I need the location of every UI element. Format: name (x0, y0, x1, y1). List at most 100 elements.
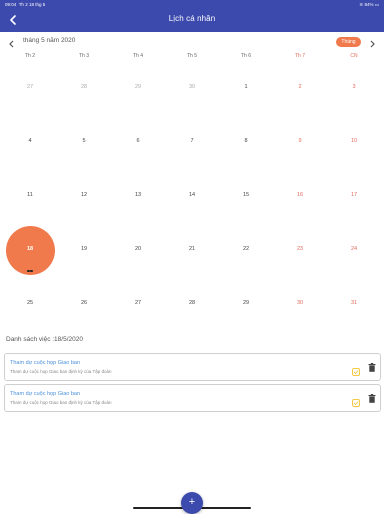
day-number: 28 (80, 84, 88, 90)
day-number: 17 (350, 192, 358, 198)
calendar-grid: 27 28 29 30 1 2 3 4 5 6 7 8 9 10 11 12 13 14 15 16 17 18 19 20 2… (3, 63, 381, 333)
calendar-day[interactable]: 17 (327, 171, 381, 225)
calendar-day[interactable]: 8 (219, 117, 273, 171)
day-number: 25 (26, 300, 34, 306)
weekday-label: Th 7 (294, 53, 305, 59)
calendar-day[interactable]: 27 (3, 63, 57, 117)
chevron-right-icon (370, 40, 375, 48)
calendar-day[interactable]: 6 (111, 117, 165, 171)
calendar-day[interactable]: 29 (111, 63, 165, 117)
wifi-icon: ≋ (359, 2, 364, 7)
month-label: tháng 5 năm 2020 (23, 37, 76, 44)
calendar-day[interactable]: 5 (57, 117, 111, 171)
prev-month-button[interactable] (7, 36, 17, 48)
calendar-day[interactable]: 16 (273, 171, 327, 225)
calendar-day[interactable]: 14 (165, 171, 219, 225)
calendar-day[interactable]: 10 (327, 117, 381, 171)
day-number: 7 (190, 138, 194, 144)
event-dot (27, 270, 30, 273)
day-number: 15 (242, 192, 250, 198)
task-item[interactable]: Tham dự cuộc họp Giao ban Tham dự cuộc h… (4, 384, 381, 412)
calendar-day[interactable]: 28 (165, 279, 219, 333)
page-title: Lịch cá nhân (168, 14, 216, 23)
day-number: 29 (242, 300, 250, 306)
calendar-day[interactable]: 28 (57, 63, 111, 117)
next-month-button[interactable] (367, 36, 377, 48)
day-number: 12 (80, 192, 88, 198)
day-number: 27 (134, 300, 142, 306)
day-number: 21 (188, 246, 196, 252)
weekday-label: Th 6 (240, 53, 251, 59)
day-number: 11 (27, 192, 33, 198)
calendar-day[interactable]: 27 (111, 279, 165, 333)
calendar-day[interactable]: 21 (165, 225, 219, 279)
calendar-day[interactable]: 23 (273, 225, 327, 279)
calendar-day[interactable]: 11 (3, 171, 57, 225)
day-number: 3 (352, 84, 356, 90)
status-time: 09:04 (5, 2, 17, 7)
note-icon[interactable] (352, 368, 360, 376)
day-number: 20 (134, 246, 142, 252)
task-subtitle: Tham dự cuộc họp Giao ban định kỳ của Tậ… (10, 400, 112, 405)
day-number: 16 (296, 192, 304, 198)
calendar-day[interactable]: 19 (57, 225, 111, 279)
day-number: 27 (26, 84, 34, 90)
month-view-button[interactable]: Tháng (336, 36, 361, 47)
app-bar: Lịch cá nhân (0, 9, 384, 32)
calendar-day[interactable]: 25 (3, 279, 57, 333)
calendar-day[interactable]: 7 (165, 117, 219, 171)
calendar-day[interactable]: 13 (111, 171, 165, 225)
task-subtitle: Tham dự cuộc họp Giao ban định kỳ của Tậ… (10, 369, 112, 374)
weekday-label: Th 5 (186, 53, 197, 59)
day-number: 28 (188, 300, 196, 306)
trash-icon[interactable] (368, 394, 376, 403)
add-task-button[interactable]: + (181, 492, 203, 514)
task-title: Tham dự cuộc họp Giao ban (10, 391, 81, 397)
calendar-day[interactable]: 9 (273, 117, 327, 171)
task-item[interactable]: Tham dự cuộc họp Giao ban Tham dự cuộc h… (4, 353, 381, 381)
calendar-day[interactable]: 26 (57, 279, 111, 333)
weekday-label: CN (350, 53, 358, 59)
day-number: 26 (80, 300, 88, 306)
day-number: 24 (350, 246, 358, 252)
calendar-day[interactable]: 24 (327, 225, 381, 279)
calendar-day[interactable]: 29 (219, 279, 273, 333)
battery-icon: ▭ (374, 2, 379, 7)
calendar-day[interactable]: 15 (219, 171, 273, 225)
status-bar: 09:04 Th 2 18 thg 5 ≋ 84% ▭ (0, 0, 384, 9)
day-number: 4 (28, 138, 32, 144)
calendar-day[interactable]: 20 (111, 225, 165, 279)
day-number: 29 (134, 84, 142, 90)
chevron-left-icon (9, 40, 14, 48)
month-navigation: tháng 5 năm 2020 Tháng (0, 33, 384, 49)
day-number: 30 (296, 300, 304, 306)
weekday-header: Th 2 Th 3 Th 4 Th 5 Th 6 Th 7 CN (3, 51, 381, 63)
calendar-day[interactable]: 1 (219, 63, 273, 117)
status-time-date: 09:04 Th 2 18 thg 5 (5, 2, 45, 7)
calendar-day[interactable]: 4 (3, 117, 57, 171)
calendar-day[interactable]: 2 (273, 63, 327, 117)
day-number: 14 (188, 192, 196, 198)
day-number: 31 (350, 300, 358, 306)
calendar-day[interactable]: 30 (165, 63, 219, 117)
trash-icon[interactable] (368, 363, 376, 372)
day-number: 5 (82, 138, 86, 144)
calendar-day[interactable]: 18 (3, 225, 57, 279)
calendar-day[interactable]: 31 (327, 279, 381, 333)
status-date: Th 2 18 thg 5 (18, 2, 46, 7)
note-icon[interactable] (352, 399, 360, 407)
event-dots (3, 270, 57, 273)
day-number: 10 (350, 138, 358, 144)
calendar-day[interactable]: 3 (327, 63, 381, 117)
day-number: 30 (188, 84, 196, 90)
plus-icon: + (188, 496, 196, 508)
task-list-title: Danh sách việc :18/5/2020 (6, 336, 83, 343)
calendar-day[interactable]: 30 (273, 279, 327, 333)
day-number: 1 (244, 84, 248, 90)
calendar-day[interactable]: 12 (57, 171, 111, 225)
day-number: 22 (242, 246, 250, 252)
day-number: 19 (80, 246, 88, 252)
weekday-label: Th 3 (78, 53, 89, 59)
day-number: 13 (134, 192, 142, 198)
calendar-day[interactable]: 22 (219, 225, 273, 279)
